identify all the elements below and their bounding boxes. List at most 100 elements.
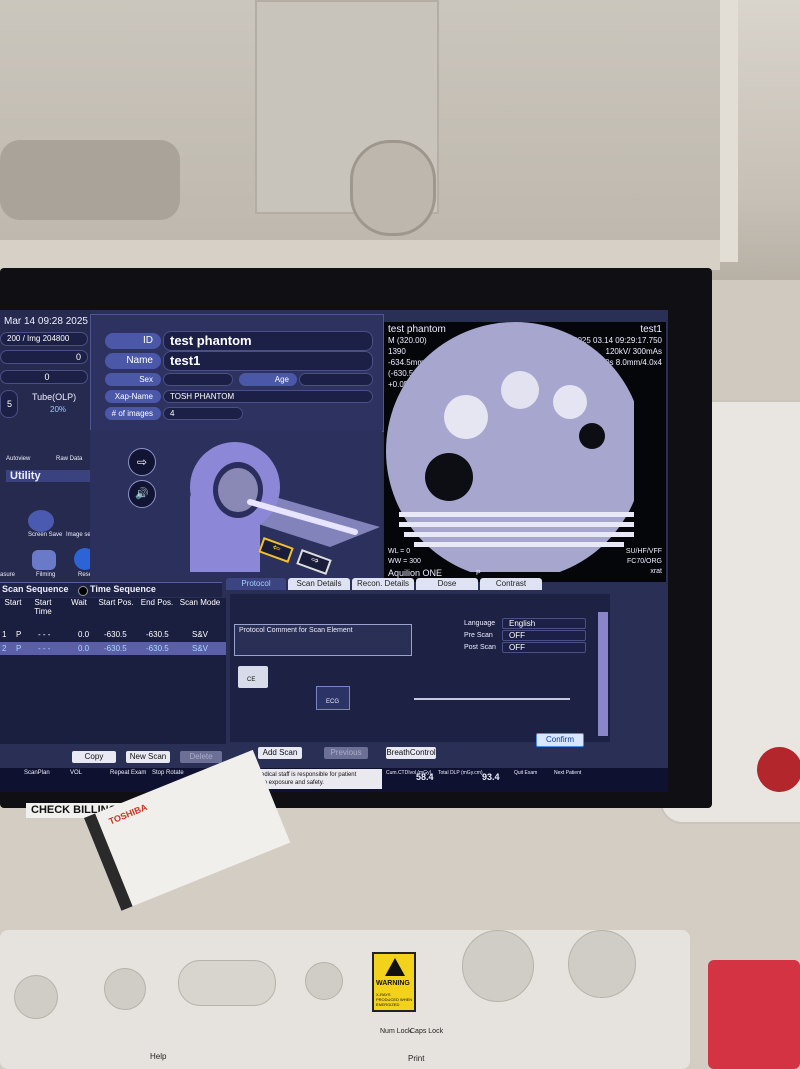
mas-readout: 200 / Img 204800	[0, 332, 88, 346]
scanner-model: Aquilion ONE	[388, 568, 443, 578]
tape-reel	[350, 140, 436, 236]
autoview-button[interactable]: Autoview	[6, 456, 30, 462]
prescan-select[interactable]: OFF	[502, 630, 586, 641]
vol-button[interactable]: VOL	[70, 770, 82, 776]
repeat-exam-button[interactable]: Repeat Exam	[110, 770, 146, 776]
recon-info-1: SU/HF/VFF	[625, 548, 662, 555]
counter-b: 0	[0, 370, 88, 384]
window-sill	[0, 240, 720, 270]
red-box	[708, 960, 800, 1069]
patient-id-field[interactable]: test phantom	[163, 331, 373, 351]
keyboard-key[interactable]	[104, 968, 146, 1010]
arrow-icon[interactable]: ⇨	[128, 448, 156, 476]
row-scan-mode: S&V	[192, 630, 209, 639]
breath-control-button[interactable]: BreathControl	[386, 747, 436, 759]
confirm-button[interactable]: Confirm	[536, 733, 584, 747]
move-key[interactable]	[178, 960, 276, 1006]
window-level: WL = 0	[388, 548, 411, 555]
print-key[interactable]: Print	[408, 1054, 424, 1063]
sex-label: Sex	[105, 373, 161, 386]
tab-protocol[interactable]: Protocol	[226, 578, 286, 590]
warning-title: WARNING	[376, 980, 410, 987]
time-sequence-label: Time Sequence	[90, 584, 156, 594]
measure-button[interactable]: asure	[0, 572, 15, 578]
image-preview: test phantom test1 M (320.00) 1390 -634.…	[384, 322, 666, 582]
row-type: P	[16, 644, 22, 653]
row-wait: 0.0	[78, 644, 90, 653]
ecg-button[interactable]: ECG	[316, 686, 350, 710]
keyboard-key[interactable]	[14, 975, 58, 1019]
language-select[interactable]: English	[502, 618, 586, 629]
new-scan-button[interactable]: New Scan	[126, 751, 170, 763]
postscan-label: Post Scan	[464, 644, 496, 651]
id-label: ID	[105, 333, 161, 349]
scan-sequence-title: Scan Sequence	[2, 584, 69, 594]
protocol-comment-box[interactable]: Protocol Comment for Scan Element	[234, 624, 412, 656]
protocol-panel: Protocol Comment for Scan Element Langua…	[230, 594, 610, 742]
row-number: 2	[2, 644, 7, 653]
time-sequence-radio[interactable]	[78, 586, 88, 596]
phantom-image	[386, 322, 634, 572]
recon-info-3: xrat	[650, 568, 662, 575]
age-field[interactable]	[299, 373, 373, 386]
col-start-time: Start Time	[34, 598, 52, 616]
col-wait: Wait	[71, 598, 87, 607]
recon-info-2: FC70/ORG	[626, 558, 662, 565]
patient-name-field[interactable]: test1	[163, 351, 373, 371]
tab-scan-details[interactable]: Scan Details	[288, 578, 350, 590]
tab-dose[interactable]: Dose	[416, 578, 478, 590]
row-start-pos: -630.5	[104, 644, 127, 653]
quit-exam-button[interactable]: Quit Exam	[514, 770, 537, 776]
warning-subtext: X-RAYS PRODUCED WHEN ENERGIZED	[376, 992, 413, 1007]
counter-c: 5	[0, 390, 18, 418]
next-patient-button[interactable]: Next Patient	[554, 770, 581, 776]
tab-bar: Protocol Scan Details Recon. Details Dos…	[226, 578, 666, 594]
table-row[interactable]: 1 P - - - 0.0 -630.5 -630.5 S&V	[0, 628, 226, 641]
rawdata-button[interactable]: Raw Data	[56, 456, 82, 462]
postscan-select[interactable]: OFF	[502, 642, 586, 653]
images-count-field: 4	[163, 407, 243, 420]
scanplan-button[interactable]: ScanPlan	[24, 770, 50, 776]
filming-icon	[32, 550, 56, 570]
tab-recon-details[interactable]: Recon. Details	[352, 578, 414, 590]
utility-header[interactable]: Utility	[6, 470, 100, 482]
language-label: Language	[464, 620, 496, 627]
window-width: WW = 300	[388, 558, 421, 565]
ce-button[interactable]: CE	[238, 666, 268, 688]
stop-key[interactable]	[305, 962, 343, 1000]
dlp-value: 93.4	[482, 772, 500, 782]
row-type: P	[16, 630, 22, 639]
scan-sequence-table: Start Start Time Wait Start Pos. End Pos…	[0, 598, 226, 744]
knob-left[interactable]	[462, 930, 534, 1002]
sex-field[interactable]	[163, 373, 233, 386]
table-row[interactable]: 2 P - - - 0.0 -630.5 -630.5 S&V	[0, 642, 226, 655]
row-scan-mode: S&V	[192, 644, 209, 653]
knob-right[interactable]	[568, 930, 636, 998]
patient-info-panel: ID test phantom Name test1 Sex Age Xap-N…	[90, 314, 384, 432]
xap-label: Xap-Name	[105, 390, 161, 403]
screen-save-button[interactable]: Screen Save	[28, 532, 62, 538]
status-bar: ScanPlan VOL Repeat Exam Stop Rotate The…	[0, 768, 668, 792]
prescan-label: Pre Scan	[464, 632, 493, 639]
help-key[interactable]: Help	[150, 1052, 166, 1061]
emergency-stop-button[interactable]	[757, 747, 800, 792]
delete-button[interactable]: Delete	[180, 751, 222, 763]
scan-sequence-bar: Scan Sequence Time Sequence	[0, 582, 222, 597]
preview-patient-id: test1	[640, 324, 662, 335]
col-end-pos: End Pos.	[140, 598, 174, 607]
tab-contrast[interactable]: Contrast	[480, 578, 542, 590]
screen-save-icon	[28, 510, 54, 532]
previous-button[interactable]: Previous	[324, 747, 368, 759]
protocol-comment-label: Protocol Comment for Scan Element	[239, 627, 353, 634]
ce-label: CE	[247, 677, 256, 683]
speaker-icon[interactable]: 🔊	[128, 480, 156, 508]
xap-name-field[interactable]: TOSH PHANTOM	[163, 390, 373, 403]
copy-button[interactable]: Copy	[72, 751, 116, 763]
stop-rotate-button[interactable]: Stop Rotate	[152, 770, 184, 776]
images-label: # of images	[105, 407, 161, 420]
radiation-warning-sign: WARNING X-RAYS PRODUCED WHEN ENERGIZED	[372, 952, 416, 1012]
dlp-label: Total DLP (mGy.cm)	[438, 770, 483, 776]
add-scan-button[interactable]: Add Scan	[258, 747, 302, 759]
protocol-scrollbar[interactable]	[598, 612, 608, 736]
filming-button[interactable]: Filming	[36, 572, 55, 578]
